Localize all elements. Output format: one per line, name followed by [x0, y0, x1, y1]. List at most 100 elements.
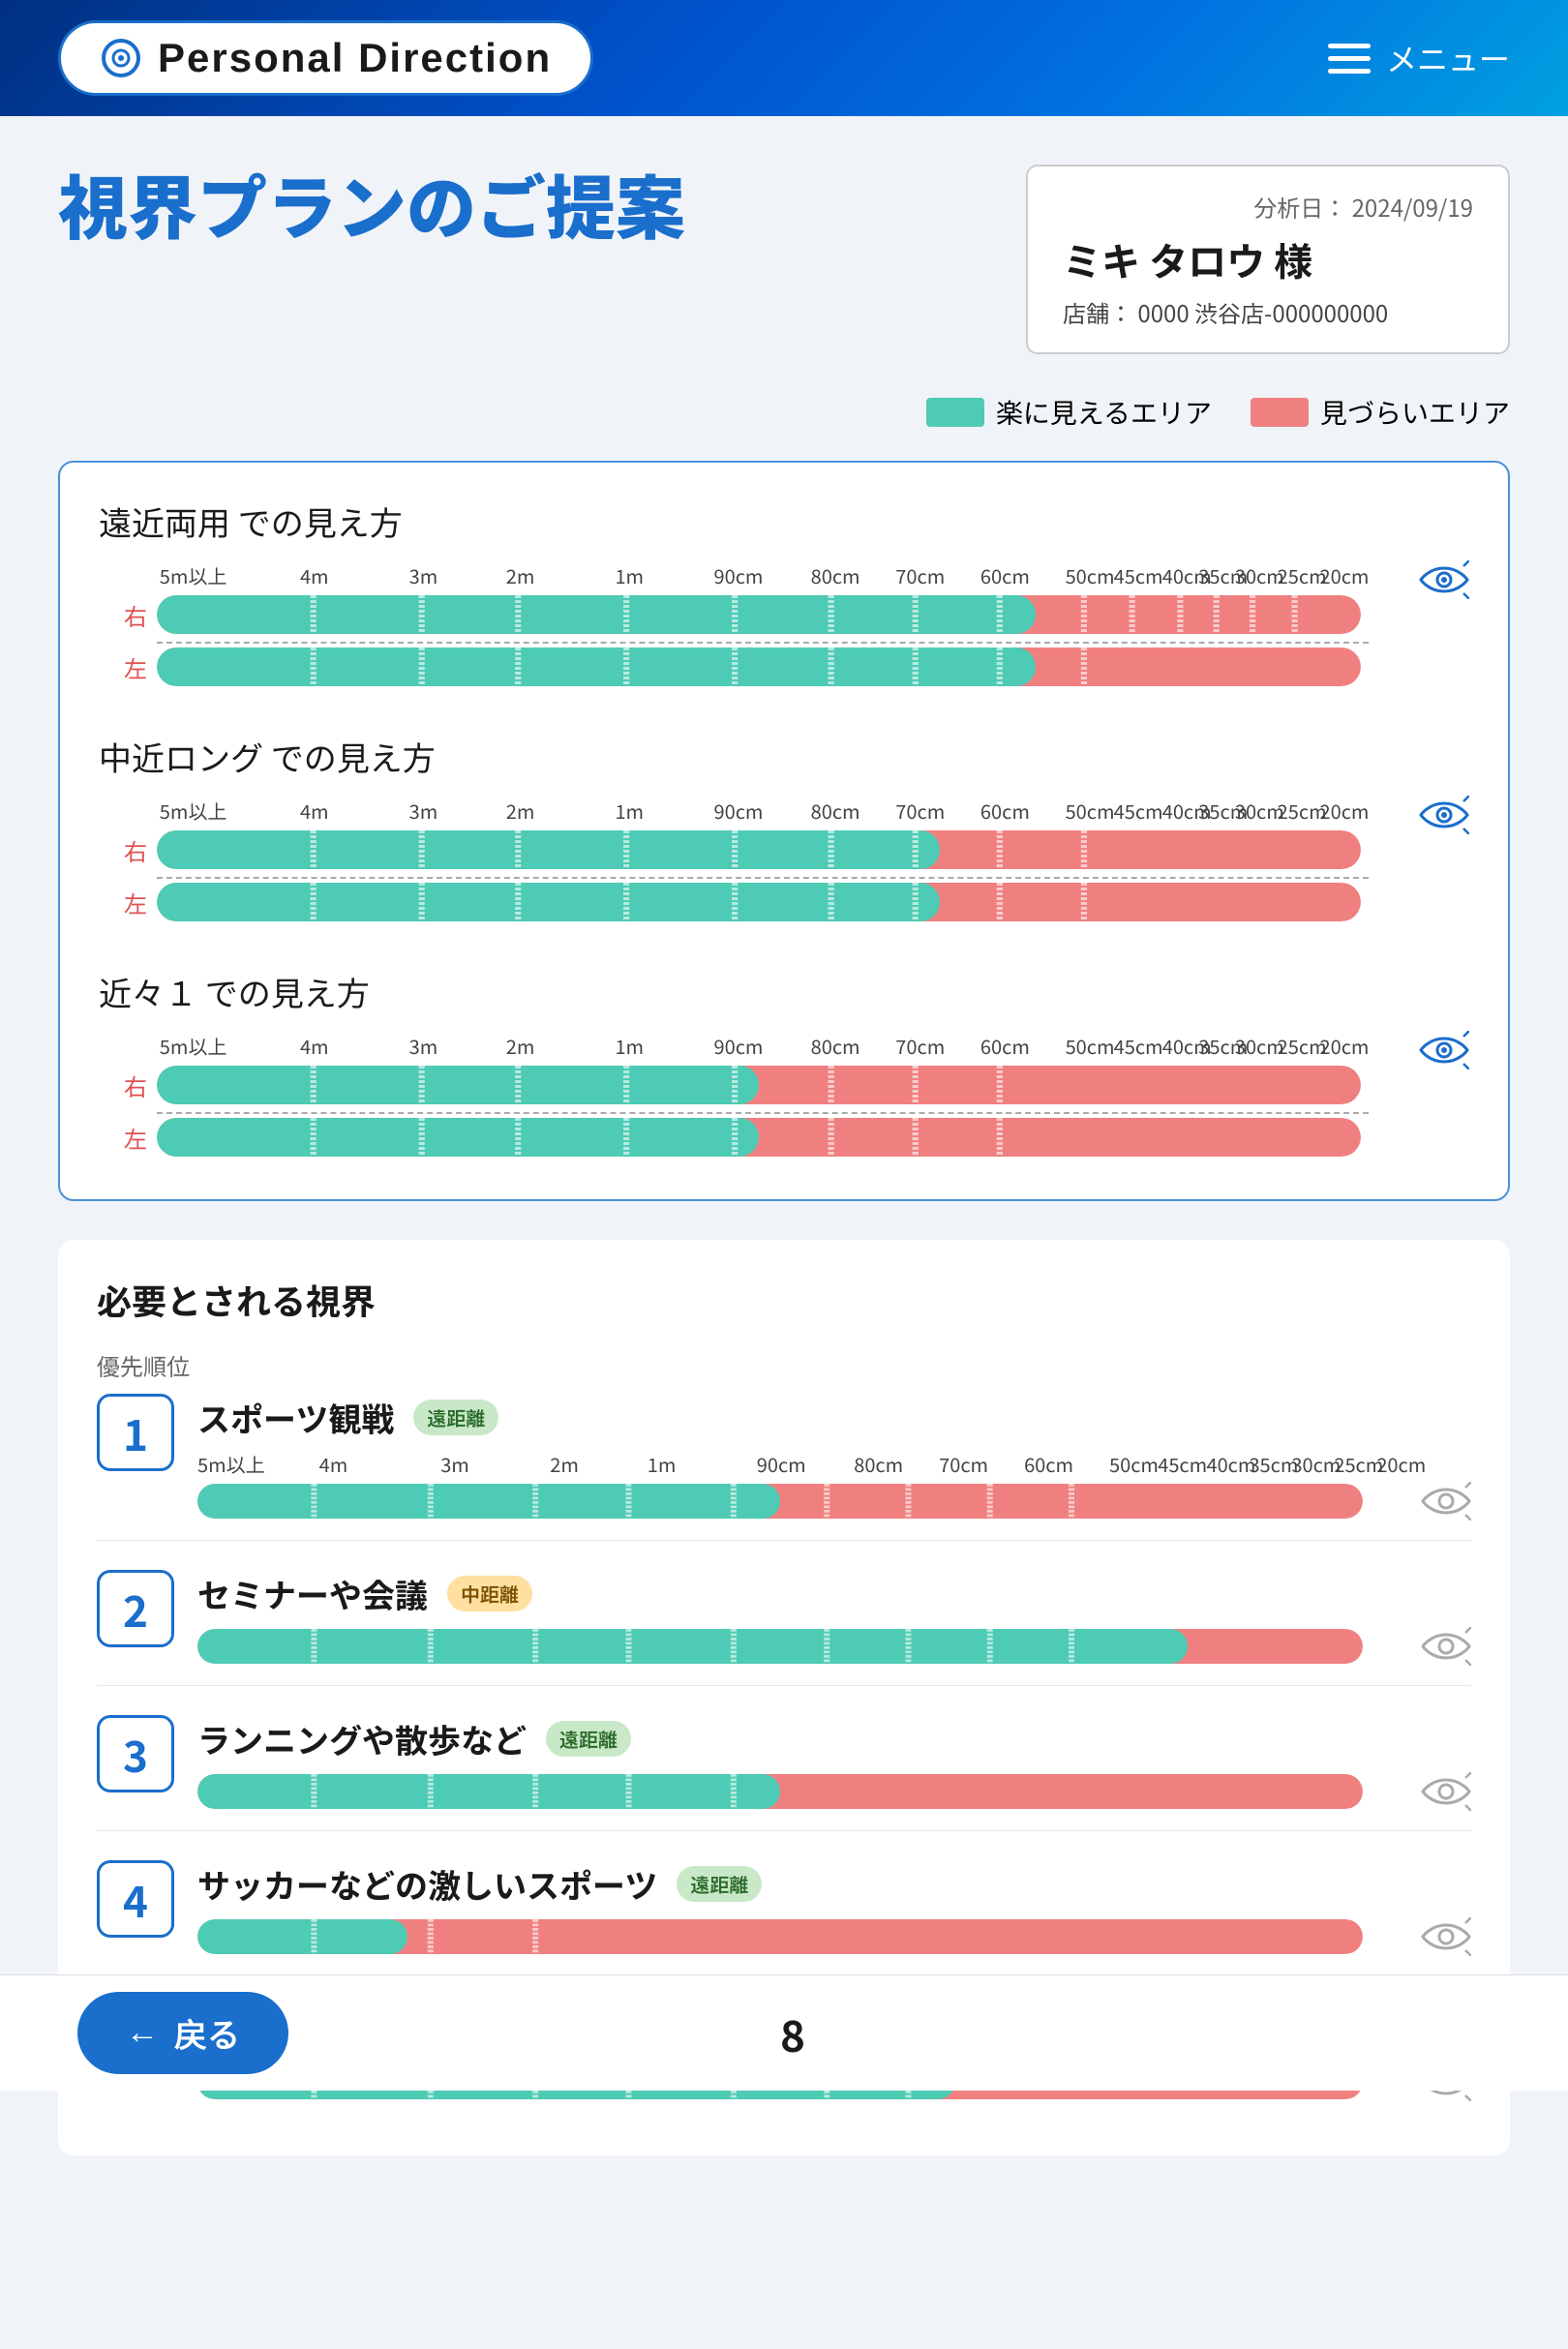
- priority-content-4: サッカーなどの激しいスポーツ 遠距離: [197, 1860, 1471, 1956]
- ruler-label: 1m: [615, 797, 644, 825]
- vision-section: 遠近両用 での見え方 5m以上 4m 3m 2m 1m 90cm 80cm: [58, 461, 1510, 1201]
- hamburger-icon: [1328, 44, 1371, 74]
- ruler-label: 50cm: [1066, 797, 1115, 825]
- legend: 楽に見えるエリア 見づらいエリア: [58, 393, 1510, 432]
- bar-easy-right-3: [157, 1066, 759, 1104]
- priority-content-1: スポーツ観戦 遠距離 5m以上 4m 3m 2m 1m 90cm 80cm 70…: [197, 1394, 1471, 1521]
- priority-item-1: 1 スポーツ観戦 遠距離 5m以上 4m 3m 2m 1m 90cm 80cm …: [97, 1394, 1471, 1541]
- bar-row-right-1: 右: [99, 595, 1419, 634]
- priority-item-3: 3 ランニングや散歩など 遠距離: [97, 1715, 1471, 1831]
- customer-store: 店舗： 0000 渋谷店-000000000: [1063, 295, 1473, 329]
- priority-header-2: セミナーや会議 中距離: [197, 1570, 1471, 1617]
- bar-container-right-3: [157, 1066, 1361, 1104]
- logo-text: Personal Direction: [158, 35, 552, 81]
- priority-content-3: ランニングや散歩など 遠距離: [197, 1715, 1471, 1811]
- group-type-3: 近々１: [99, 968, 197, 1015]
- priority-number-2: 2: [97, 1570, 174, 1647]
- analysis-date: 分析日： 2024/09/19: [1063, 190, 1473, 224]
- ruler-label: 2m: [506, 797, 535, 825]
- ruler-label: 1m: [615, 561, 644, 589]
- bar-row-left-1: 左: [99, 647, 1419, 686]
- store-label: 店舗：: [1063, 295, 1132, 329]
- footer: ← 戻る 8: [0, 1974, 1568, 2091]
- eye-label-left: 左: [99, 650, 147, 684]
- ruler-label: 70cm: [895, 797, 945, 825]
- priority-header-3: ランニングや散歩など 遠距離: [197, 1715, 1471, 1762]
- priority-bar-easy-2: [197, 1629, 1188, 1664]
- bar-easy-right-2: [157, 830, 940, 869]
- ruler-label: 70cm: [895, 1032, 945, 1060]
- bar-container-left-1: [157, 647, 1361, 686]
- ruler-label: 90cm: [713, 561, 763, 589]
- priority-bar-row-3: [197, 1772, 1471, 1811]
- vision-group-3-title: 近々１ での見え方: [99, 968, 1469, 1015]
- priority-item-4: 4 サッカーなどの激しいスポーツ 遠距離: [97, 1860, 1471, 1976]
- eye-label-right: 右: [99, 1069, 147, 1102]
- back-label: 戻る: [174, 2009, 240, 2057]
- priority-bar-4: [197, 1919, 1363, 1954]
- menu-button[interactable]: メニュー: [1328, 36, 1510, 80]
- priority-bar-row-4: [197, 1917, 1471, 1956]
- ruler-3: 5m以上 4m 3m 2m 1m 90cm 80cm 70cm 60cm 50c…: [99, 1031, 1419, 1060]
- ruler-label: 4m: [300, 1032, 329, 1060]
- bar-easy-left-3: [157, 1118, 759, 1157]
- eye-icon-1: [1419, 560, 1469, 599]
- group-type-2: 中近ロング: [99, 733, 263, 780]
- header-logo: Personal Direction: [58, 20, 593, 96]
- vision-group-1-title: 遠近両用 での見え方: [99, 497, 1469, 545]
- ruler-label: 5m以上: [160, 561, 227, 589]
- ruler-label: 4m: [300, 561, 329, 589]
- eye-label-right: 右: [99, 833, 147, 867]
- ruler-label: 3m: [409, 1032, 438, 1060]
- needed-title: 必要とされる視界: [97, 1275, 1471, 1325]
- legend-easy-color: [926, 398, 984, 427]
- vision-group-1: 遠近両用 での見え方 5m以上 4m 3m 2m 1m 90cm 80cm: [99, 497, 1469, 694]
- menu-label: メニュー: [1386, 36, 1510, 80]
- customer-card: 分析日： 2024/09/19 ミキ タロウ 様 店舗： 0000 渋谷店-00…: [1026, 165, 1510, 354]
- priority-name-3: ランニングや散歩など: [197, 1715, 527, 1762]
- group-type-1: 遠近両用: [99, 497, 230, 545]
- ruler-label: 5m以上: [160, 797, 227, 825]
- ruler-label: 50cm: [1066, 1032, 1115, 1060]
- ruler-label: 80cm: [811, 561, 860, 589]
- priority-bar-easy-4: [197, 1919, 407, 1954]
- bar-easy-left-1: [157, 647, 1036, 686]
- priority-bar-2: [197, 1629, 1363, 1664]
- priority-content-2: セミナーや会議 中距離: [197, 1570, 1471, 1666]
- bar-container-right-1: [157, 595, 1361, 634]
- bar-row-left-2: 左: [99, 883, 1419, 921]
- ruler-label: 80cm: [811, 797, 860, 825]
- eye-icon-3: [1419, 1031, 1469, 1069]
- priority-header-1: スポーツ観戦 遠距離: [197, 1394, 1471, 1441]
- header: Personal Direction メニュー: [0, 0, 1568, 116]
- legend-easy-label: 楽に見えるエリア: [996, 393, 1212, 432]
- page-number: 8: [780, 2003, 805, 2064]
- ruler-label: 45cm: [1114, 1032, 1163, 1060]
- bar-easy-right-1: [157, 595, 1036, 634]
- priority-name-2: セミナーや会議: [197, 1570, 428, 1617]
- group-suffix-1: での見え方: [238, 497, 403, 545]
- legend-hard-color: [1251, 398, 1309, 427]
- eye-icon-p1: [1421, 1482, 1471, 1521]
- page-header: 視界プランのご提案 分析日： 2024/09/19 ミキ タロウ 様 店舗： 0…: [58, 165, 1510, 354]
- eye-label-left: 左: [99, 886, 147, 919]
- logo-icon: [100, 37, 142, 79]
- ruler-label: 50cm: [1066, 561, 1115, 589]
- bar-container-left-3: [157, 1118, 1361, 1157]
- vision-group-2-title: 中近ロング での見え方: [99, 733, 1469, 780]
- back-button[interactable]: ← 戻る: [77, 1992, 288, 2074]
- bar-row-right-2: 右: [99, 830, 1419, 869]
- ruler-label: 20cm: [1319, 797, 1369, 825]
- ruler-label: 20cm: [1319, 561, 1369, 589]
- page-title: 視界プランのご提案: [58, 165, 685, 241]
- ruler-2: 5m以上 4m 3m 2m 1m 90cm 80cm 70cm 60cm 50c…: [99, 796, 1419, 825]
- priority-tag-1: 遠距離: [413, 1400, 498, 1435]
- eye-icon-2: [1419, 796, 1469, 834]
- priority-number-1: 1: [97, 1394, 174, 1471]
- priority-bar-easy-3: [197, 1774, 780, 1809]
- vision-group-2: 中近ロング での見え方 5m以上 4m 3m 2m 1m 90cm 80cm: [99, 733, 1469, 929]
- analysis-label: 分析日：: [1253, 190, 1346, 224]
- priority-number-3: 3: [97, 1715, 174, 1792]
- eye-icon-p3: [1421, 1772, 1471, 1811]
- priority-header-4: サッカーなどの激しいスポーツ 遠距離: [197, 1860, 1471, 1908]
